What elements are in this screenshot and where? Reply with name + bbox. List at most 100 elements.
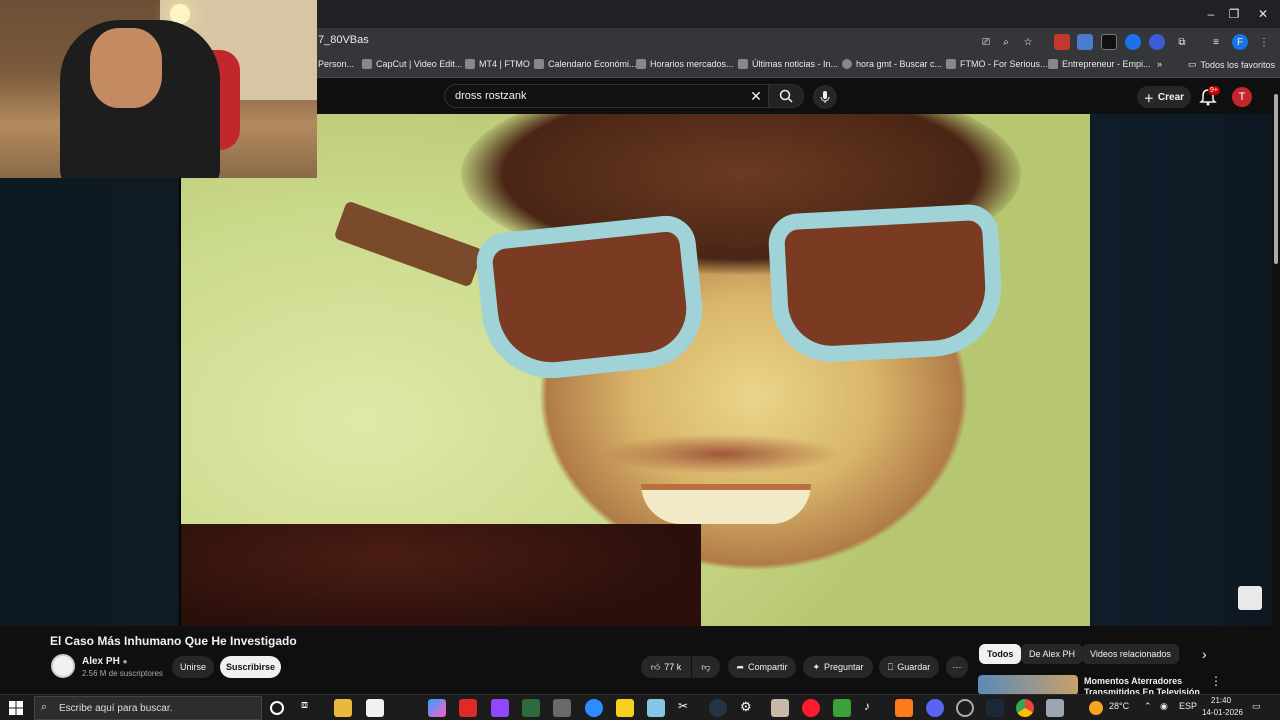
related-more-icon[interactable]: ⋮: [1210, 674, 1222, 688]
app-icon-gray[interactable]: [553, 699, 571, 717]
help-icon[interactable]: [1238, 586, 1262, 610]
bookmark-item[interactable]: MT4 | FTMO: [465, 59, 530, 69]
channel-name[interactable]: Alex PH ●: [82, 656, 127, 667]
video-shirt: [181, 524, 701, 626]
zoom-app-icon[interactable]: [585, 699, 603, 717]
bookmark-item[interactable]: CapCut | Video Edit...: [362, 59, 462, 69]
app-icon-blue[interactable]: [647, 699, 665, 717]
bookmark-item[interactable]: Person...: [318, 59, 354, 69]
bookmark-item[interactable]: Horarios mercados...: [636, 59, 734, 69]
create-button[interactable]: ＋ Crear: [1137, 86, 1191, 108]
file-explorer-icon[interactable]: [334, 699, 352, 717]
dislike-button[interactable]: 👎︎: [692, 656, 720, 678]
share-button[interactable]: ➦ Compartir: [728, 656, 796, 678]
microphone-icon: [820, 91, 830, 103]
extension-icon-3[interactable]: [1101, 34, 1117, 50]
copilot-icon[interactable]: [428, 699, 446, 717]
chip-all[interactable]: Todos: [979, 644, 1022, 664]
related-video[interactable]: Momentos Aterradores Transmitidos En Tel…: [978, 674, 1278, 696]
join-button[interactable]: Unirse: [172, 656, 214, 678]
steam-icon[interactable]: [986, 699, 1004, 717]
discord-icon[interactable]: [926, 699, 944, 717]
weather-icon[interactable]: [1089, 701, 1103, 715]
extension-icon-5[interactable]: [1149, 34, 1165, 50]
bookmark-item[interactable]: Entrepreneur - Empi...: [1048, 59, 1151, 69]
app-icon-circle[interactable]: [956, 699, 974, 717]
ask-button[interactable]: ✦ Preguntar: [803, 656, 873, 678]
search-button[interactable]: [768, 84, 804, 108]
search-icon: ⌕: [41, 701, 48, 713]
folder-icon: ▭: [1188, 59, 1197, 69]
search-input[interactable]: dross rostzank: [444, 84, 772, 108]
notification-badge: 9+: [1208, 86, 1220, 95]
chip-related[interactable]: Videos relacionados: [1082, 644, 1179, 664]
task-view-icon[interactable]: ⧈: [301, 699, 319, 717]
bookmark-item[interactable]: Calendario Económi...: [534, 59, 637, 69]
page-scrollbar[interactable]: [1272, 88, 1280, 694]
more-bookmarks-button[interactable]: »: [1157, 59, 1162, 69]
chrome-menu-icon[interactable]: ⋮: [1256, 34, 1272, 50]
app-icon-window[interactable]: [1046, 699, 1064, 717]
save-button[interactable]: ⎕ Guardar: [879, 656, 939, 678]
url-field[interactable]: 7_80VBas: [318, 34, 369, 46]
chip-from-channel[interactable]: De Alex PH: [1021, 644, 1084, 664]
notepad-icon[interactable]: [366, 699, 384, 717]
windows-start-icon[interactable]: [9, 701, 23, 715]
account-avatar[interactable]: T: [1232, 87, 1252, 107]
zoom-icon[interactable]: ⌕: [998, 34, 1014, 50]
scrollbar-thumb[interactable]: [1274, 94, 1278, 264]
related-thumbnail: [978, 675, 1078, 695]
bookmark-star-icon[interactable]: ☆: [1020, 34, 1036, 50]
webcam-face: [90, 28, 162, 108]
voice-search-button[interactable]: [813, 85, 837, 109]
sticky-notes-icon[interactable]: [616, 699, 634, 717]
extension-icon-1[interactable]: [1054, 34, 1070, 50]
ftmo-icon: [946, 59, 956, 69]
more-actions-button[interactable]: ⋯: [946, 656, 968, 678]
bookmark-label: Person...: [318, 59, 355, 69]
cortana-icon[interactable]: [270, 701, 284, 715]
opera-icon[interactable]: [802, 699, 820, 717]
tray-chevron-icon[interactable]: ⌃: [1144, 701, 1152, 712]
cast-icon[interactable]: ⎚: [978, 34, 994, 50]
app-icon-photo[interactable]: [771, 699, 789, 717]
share-label: Compartir: [748, 662, 788, 672]
bookmark-label: CapCut | Video Edit...: [376, 59, 463, 69]
app-icon-red[interactable]: [459, 699, 477, 717]
all-favorites-folder[interactable]: ▭ Todos los favoritos: [1188, 59, 1275, 70]
minecraft-icon[interactable]: [833, 699, 851, 717]
profile-icon[interactable]: F: [1232, 34, 1248, 50]
capcut-app-icon[interactable]: ✂: [678, 699, 696, 717]
close-window-button[interactable]: ✕: [1246, 0, 1280, 28]
language-indicator[interactable]: ESP: [1179, 701, 1197, 711]
chrome-taskbar-icon[interactable]: [1016, 699, 1034, 717]
app-icon-orange[interactable]: [895, 699, 913, 717]
settings-gear-icon[interactable]: ⚙: [740, 699, 758, 717]
app-icon-dark[interactable]: [709, 699, 727, 717]
entrepreneur-icon: [1048, 59, 1058, 69]
bookmark-item[interactable]: Últimas noticias - In...: [738, 59, 838, 69]
taskbar-search-input[interactable]: ⌕ Escribe aquí para buscar.: [34, 696, 262, 720]
network-icon[interactable]: ◉: [1160, 701, 1168, 712]
video-player[interactable]: [0, 114, 1272, 626]
bookmark-item[interactable]: FTMO - For Serious...: [946, 59, 1048, 69]
clock-date[interactable]: 14-01-2026: [1202, 708, 1243, 717]
notification-center-icon[interactable]: ▭: [1252, 701, 1261, 712]
extension-icon-2[interactable]: [1077, 34, 1093, 50]
chevron-right-icon[interactable]: ›: [1194, 644, 1215, 664]
clear-search-icon[interactable]: ✕: [748, 88, 764, 104]
extensions-puzzle-icon[interactable]: ⧉: [1174, 34, 1190, 50]
verified-icon: ●: [122, 657, 128, 666]
reading-list-icon[interactable]: ≡: [1208, 34, 1224, 50]
app-icon-green[interactable]: [522, 699, 540, 717]
tiktok-icon[interactable]: ♪: [864, 699, 882, 717]
like-button[interactable]: 👍︎ 77 k: [641, 656, 691, 678]
channel-avatar[interactable]: [51, 654, 75, 678]
extension-icon-4[interactable]: [1125, 34, 1141, 50]
twitch-icon[interactable]: [491, 699, 509, 717]
subscribe-button[interactable]: Suscribirse: [220, 656, 281, 678]
bookmark-item[interactable]: hora gmt - Buscar c...: [842, 59, 942, 69]
bookmark-label: hora gmt - Buscar c...: [856, 59, 943, 69]
clock-time[interactable]: 21:40: [1211, 696, 1231, 705]
investing-icon: [636, 59, 646, 69]
